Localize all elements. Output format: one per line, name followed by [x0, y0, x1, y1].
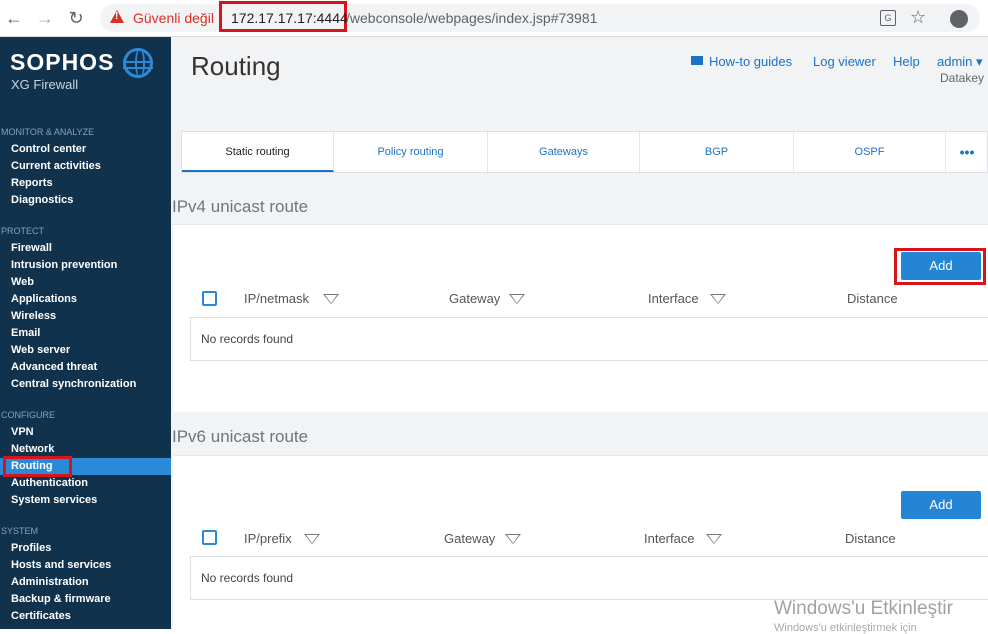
sidebar-item-administration[interactable]: Administration	[11, 574, 89, 591]
howto-link[interactable]: How-to guides	[709, 54, 792, 69]
ipv6-add-button[interactable]: Add	[901, 491, 981, 519]
warning-icon	[110, 10, 124, 23]
windows-activation-subtext: Windows'u etkinleştirmek için	[774, 622, 917, 634]
ipv4-select-all-checkbox[interactable]	[202, 291, 217, 306]
browser-toolbar: ← → ↻ Güvenli değil 172.17.17.17:4444 /w…	[0, 0, 988, 37]
company-name: Datakey	[940, 71, 985, 85]
sidebar-item-vpn[interactable]: VPN	[11, 424, 34, 441]
tab-bgp[interactable]: BGP	[640, 132, 794, 172]
main-content: Routing How-to guides Log viewer Help ad…	[171, 37, 988, 629]
ipv6-col-distance: Distance	[845, 531, 896, 546]
translate-icon[interactable]: G	[880, 10, 896, 26]
video-camera-icon	[691, 56, 703, 65]
sidebar-section-title: SYSTEM	[1, 526, 39, 536]
sophos-logo: SOPHOS	[10, 49, 115, 75]
ipv6-select-all-checkbox[interactable]	[202, 530, 217, 545]
page-title: Routing	[191, 51, 281, 81]
ipv4-panel: Add IP/netmask Gateway Interface Distanc…	[173, 224, 988, 412]
ipv6-col-interface: Interface	[644, 531, 695, 546]
user-menu[interactable]: admin ▾	[937, 54, 983, 70]
windows-activation-watermark: Windows'u Etkinleştir	[774, 598, 953, 619]
product-name: XG Firewall	[11, 77, 79, 92]
ipv6-empty-text: No records found	[201, 571, 294, 585]
sidebar-item-profiles[interactable]: Profiles	[11, 540, 51, 557]
routing-highlight-box	[3, 456, 72, 477]
filter-icon[interactable]	[710, 294, 726, 304]
sidebar-item-web[interactable]: Web	[11, 274, 34, 291]
account-icon[interactable]	[950, 10, 968, 28]
url-path: /webconsole/webpages/index.jsp#73981	[346, 10, 598, 26]
ipv6-empty-row: No records found	[190, 556, 988, 600]
help-link[interactable]: Help	[893, 54, 920, 69]
ipv4-section-title: IPv4 unicast route	[172, 197, 309, 216]
filter-icon[interactable]	[509, 294, 525, 304]
forward-icon[interactable]: →	[34, 7, 56, 29]
insecure-label: Güvenli değil	[133, 10, 214, 26]
sidebar-item-backup-firmware[interactable]: Backup & firmware	[11, 591, 111, 608]
sidebar-item-advanced-threat[interactable]: Advanced threat	[11, 359, 97, 376]
sidebar-item-applications[interactable]: Applications	[11, 291, 77, 308]
sidebar-item-current-activities[interactable]: Current activities	[11, 158, 101, 175]
tab-static-routing[interactable]: Static routing	[182, 132, 334, 172]
sidebar-item-wireless[interactable]: Wireless	[11, 308, 56, 325]
ipv6-section-title: IPv6 unicast route	[172, 427, 309, 446]
ipv6-col-gateway: Gateway	[444, 531, 496, 546]
filter-icon[interactable]	[323, 294, 339, 304]
address-bar[interactable]: Güvenli değil 172.17.17.17:4444 /webcons…	[100, 1, 980, 32]
sidebar-item-web-server[interactable]: Web server	[11, 342, 70, 359]
sidebar-section-title: PROTECT	[1, 226, 45, 236]
ipv4-empty-row: No records found	[190, 317, 988, 361]
sidebar-item-diagnostics[interactable]: Diagnostics	[11, 192, 73, 209]
globe-icon	[123, 48, 153, 78]
sidebar-item-hosts-and-services[interactable]: Hosts and services	[11, 557, 111, 574]
tab-gateways[interactable]: Gateways	[488, 132, 640, 172]
sidebar-section-title: CONFIGURE	[1, 410, 55, 420]
more-tabs-icon[interactable]: •••	[946, 132, 988, 172]
sidebar-item-certificates[interactable]: Certificates	[11, 608, 71, 625]
url-host: 172.17.17.17:4444	[231, 10, 348, 26]
sidebar-section-title: MONITOR & ANALYZE	[1, 127, 95, 137]
log-viewer-link[interactable]: Log viewer	[813, 54, 876, 69]
sidebar-item-reports[interactable]: Reports	[11, 175, 53, 192]
reload-icon[interactable]: ↻	[65, 7, 87, 29]
ipv4-add-button[interactable]: Add	[901, 252, 981, 280]
filter-icon[interactable]	[505, 534, 521, 544]
back-icon[interactable]: ←	[3, 7, 25, 29]
tab-ospf[interactable]: OSPF	[794, 132, 946, 172]
sidebar-item-intrusion-prevention[interactable]: Intrusion prevention	[11, 257, 117, 274]
sidebar-item-control-center[interactable]: Control center	[11, 141, 86, 158]
routing-tabs: Static routing Policy routing Gateways B…	[181, 131, 988, 173]
ipv6-col-ip: IP/prefix	[244, 531, 292, 546]
ipv4-col-interface: Interface	[648, 291, 699, 306]
ipv4-col-gateway: Gateway	[449, 291, 501, 306]
ipv4-empty-text: No records found	[201, 332, 294, 346]
filter-icon[interactable]	[706, 534, 722, 544]
bookmark-star-icon[interactable]: ☆	[910, 7, 926, 28]
sidebar-item-email[interactable]: Email	[11, 325, 40, 342]
tab-policy-routing[interactable]: Policy routing	[334, 132, 488, 172]
sidebar-item-authentication[interactable]: Authentication	[11, 475, 88, 492]
ipv4-col-ip: IP/netmask	[244, 291, 310, 306]
sidebar-item-system-services[interactable]: System services	[11, 492, 97, 509]
sidebar: SOPHOS XG Firewall MONITOR & ANALYZE Cont…	[0, 37, 171, 629]
ipv4-col-distance: Distance	[847, 291, 898, 306]
filter-icon[interactable]	[304, 534, 320, 544]
user-name: admin	[937, 54, 973, 69]
sidebar-item-central-synchronization[interactable]: Central synchronization	[11, 376, 136, 393]
sidebar-item-firewall[interactable]: Firewall	[11, 240, 52, 257]
